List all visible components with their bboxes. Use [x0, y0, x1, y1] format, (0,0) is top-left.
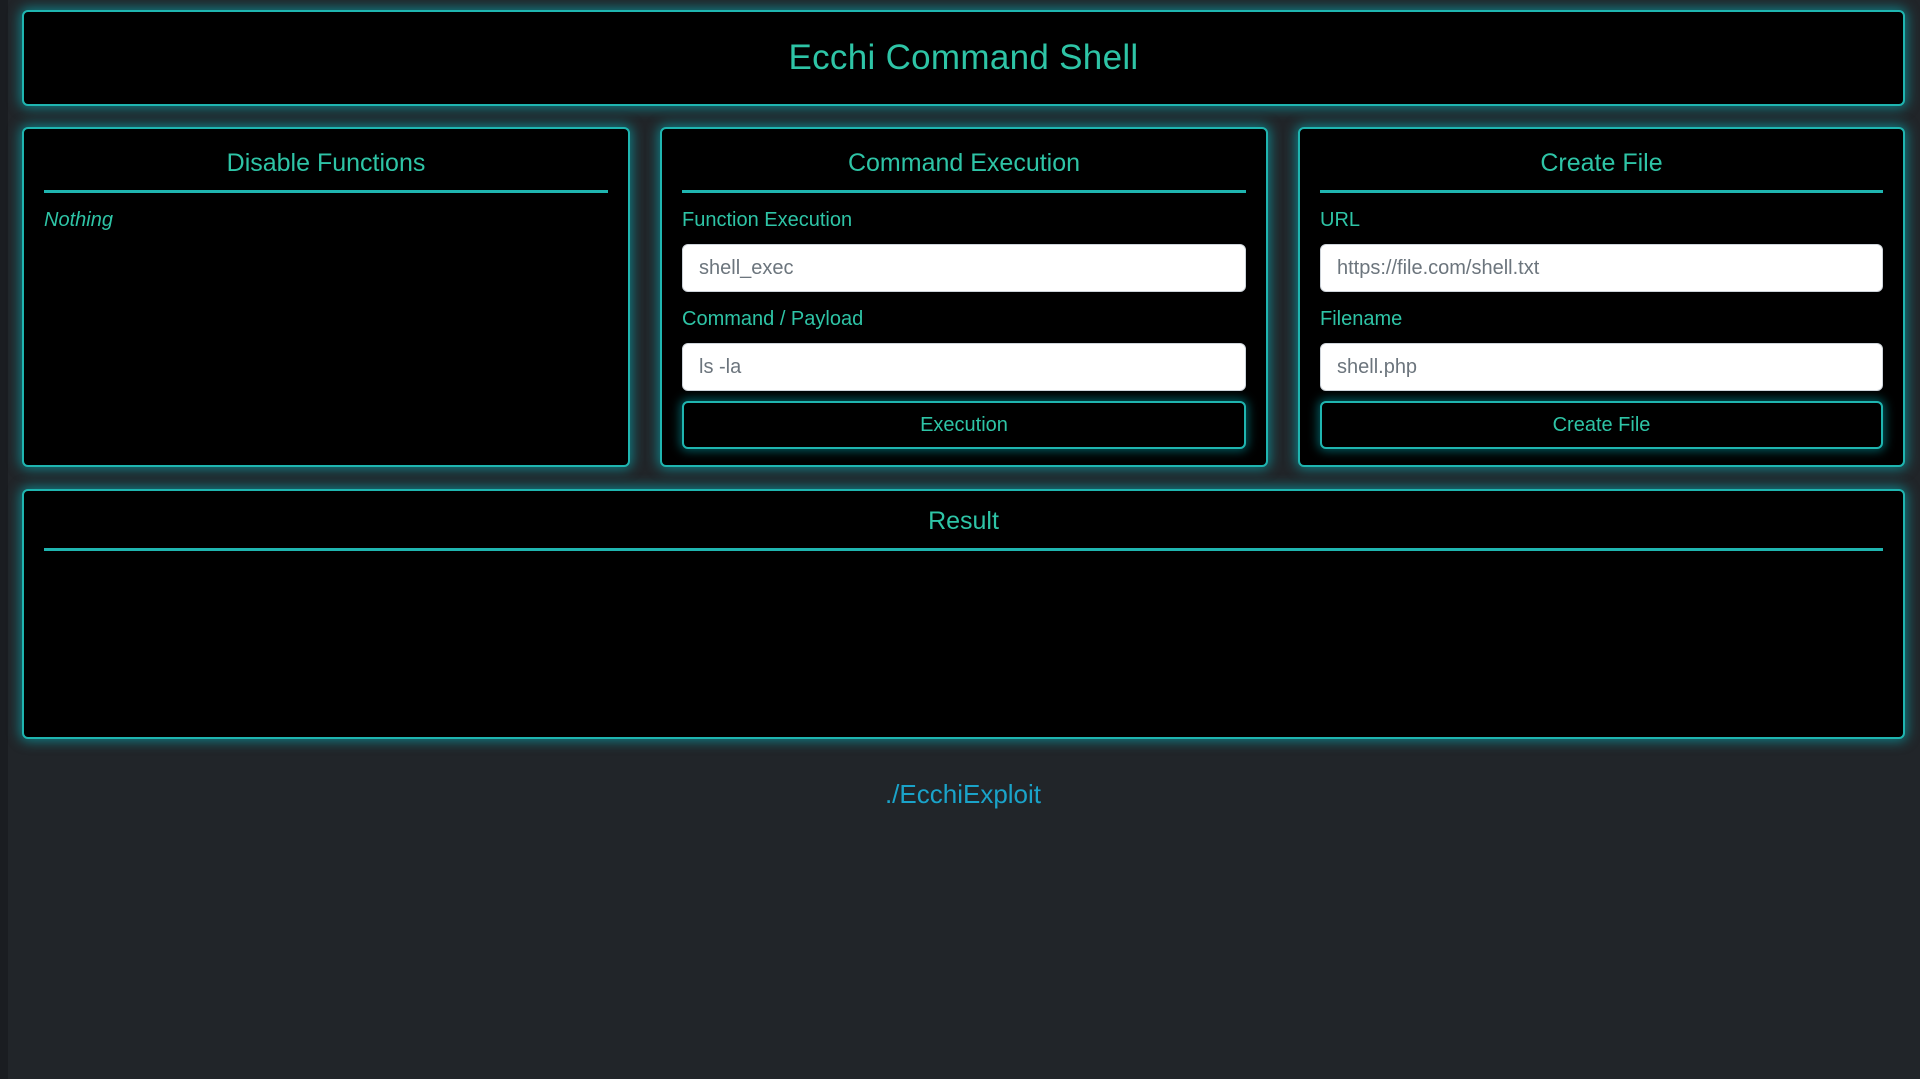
disable-functions-title: Disable Functions — [44, 149, 608, 193]
left-edge-strip — [0, 0, 8, 1079]
function-execution-input[interactable] — [682, 244, 1246, 292]
header-panel: Ecchi Command Shell — [22, 10, 1905, 106]
result-output — [44, 551, 1883, 701]
command-payload-input[interactable] — [682, 343, 1246, 391]
command-execution-card: Command Execution Function Execution Com… — [660, 127, 1268, 467]
disable-functions-value: Nothing — [44, 209, 113, 231]
ecchi-exploit-link[interactable]: ./EcchiExploit — [0, 779, 1920, 810]
filename-input[interactable] — [1320, 343, 1883, 391]
create-file-button[interactable]: Create File — [1320, 401, 1883, 449]
result-title: Result — [44, 507, 1883, 551]
result-panel: Result — [22, 489, 1905, 739]
disable-functions-card: Disable Functions Nothing — [22, 127, 630, 467]
create-file-card: Create File URL Filename Create File — [1298, 127, 1905, 467]
url-label: URL — [1320, 209, 1361, 231]
page: Ecchi Command Shell Disable Functions No… — [0, 0, 1920, 1079]
create-file-title: Create File — [1320, 149, 1883, 193]
execution-button[interactable]: Execution — [682, 401, 1246, 449]
command-payload-label: Command / Payload — [682, 308, 864, 330]
filename-label: Filename — [1320, 308, 1403, 330]
url-input[interactable] — [1320, 244, 1883, 292]
command-execution-title: Command Execution — [682, 149, 1246, 193]
function-execution-label: Function Execution — [682, 209, 853, 231]
page-title: Ecchi Command Shell — [788, 38, 1139, 77]
